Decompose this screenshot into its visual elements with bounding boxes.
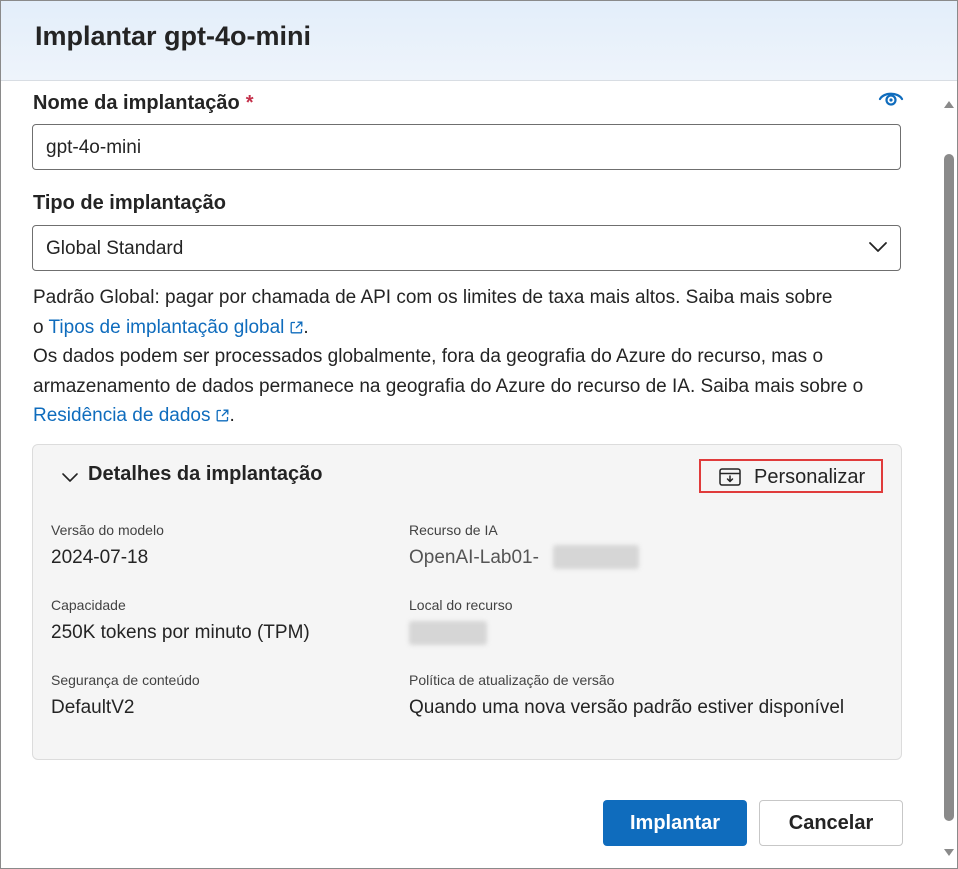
model-version-value: 2024-07-18 xyxy=(51,547,149,568)
description-prefix1: o xyxy=(33,316,44,338)
deploy-button[interactable]: Implantar xyxy=(603,800,747,846)
model-version-label: Versão do modelo xyxy=(51,522,164,538)
description-para2: Os dados podem ser processados globalmen… xyxy=(33,346,864,397)
capacity-label: Capacidade xyxy=(51,597,126,613)
version-update-policy-value: Quando uma nova versão padrão estiver di… xyxy=(409,697,845,718)
customize-button[interactable]: Personalizar xyxy=(699,459,883,493)
description-suffix1: . xyxy=(303,316,309,338)
content-safety-label: Segurança de conteúdo xyxy=(51,672,200,688)
description-suffix2: . xyxy=(229,405,235,426)
required-mark: * xyxy=(245,92,254,114)
customize-icon xyxy=(719,468,741,486)
chevron-down-icon[interactable] xyxy=(61,472,79,484)
deployment-type-label: Tipo de implantação xyxy=(33,192,226,214)
redacted-resource-suffix xyxy=(553,545,639,569)
vertical-scrollbar[interactable] xyxy=(941,81,957,868)
eye-icon[interactable] xyxy=(878,89,904,109)
scrollbar-thumb[interactable] xyxy=(944,154,954,821)
capacity-value: 250K tokens por minuto (TPM) xyxy=(51,622,310,643)
deployment-name-input[interactable]: gpt-4o-mini xyxy=(32,124,901,170)
ai-resource-label: Recurso de IA xyxy=(409,522,498,538)
external-link-icon xyxy=(217,409,229,422)
deployment-name-label: Nome da implantação * xyxy=(33,92,254,115)
dialog-title: Implantar gpt-4o-mini xyxy=(35,21,311,51)
deployment-type-description: Padrão Global: pagar por chamada de API … xyxy=(33,283,913,431)
deployment-name-value: gpt-4o-mini xyxy=(46,137,142,158)
dialog-header: Implantar gpt-4o-mini xyxy=(1,1,957,81)
customize-label: Personalizar xyxy=(754,466,866,488)
description-line1: Padrão Global: pagar por chamada de API … xyxy=(33,287,833,308)
scroll-down-arrow[interactable] xyxy=(944,849,954,856)
content-safety-value: DefaultV2 xyxy=(51,697,135,718)
resource-location-label: Local do recurso xyxy=(409,597,513,613)
ai-resource-value: OpenAI-Lab01- xyxy=(409,547,539,568)
deployment-type-value: Global Standard xyxy=(46,238,184,259)
scroll-up-arrow[interactable] xyxy=(944,101,954,108)
chevron-down-icon xyxy=(869,242,887,252)
redacted-resource-location xyxy=(409,621,487,645)
deployment-details-panel: Detalhes da implantação Personalizar Ver… xyxy=(32,444,902,760)
deploy-dialog: Implantar gpt-4o-mini Nome da implantaçã… xyxy=(0,0,958,869)
data-residency-link[interactable]: Residência de dados xyxy=(33,405,229,426)
external-link-icon xyxy=(290,321,303,333)
deployment-details-title[interactable]: Detalhes da implantação xyxy=(88,463,323,486)
data-residency-link-text: Residência de dados xyxy=(33,405,211,426)
version-update-policy-label: Política de atualização de versão xyxy=(409,672,615,688)
cancel-button[interactable]: Cancelar xyxy=(759,800,903,846)
deployment-name-label-text: Nome da implantação xyxy=(33,92,240,114)
global-deployment-types-link[interactable]: Tipos de implantação global xyxy=(49,317,304,338)
global-deployment-types-link-text: Tipos de implantação global xyxy=(48,316,285,338)
deployment-type-select[interactable]: Global Standard xyxy=(32,225,901,271)
